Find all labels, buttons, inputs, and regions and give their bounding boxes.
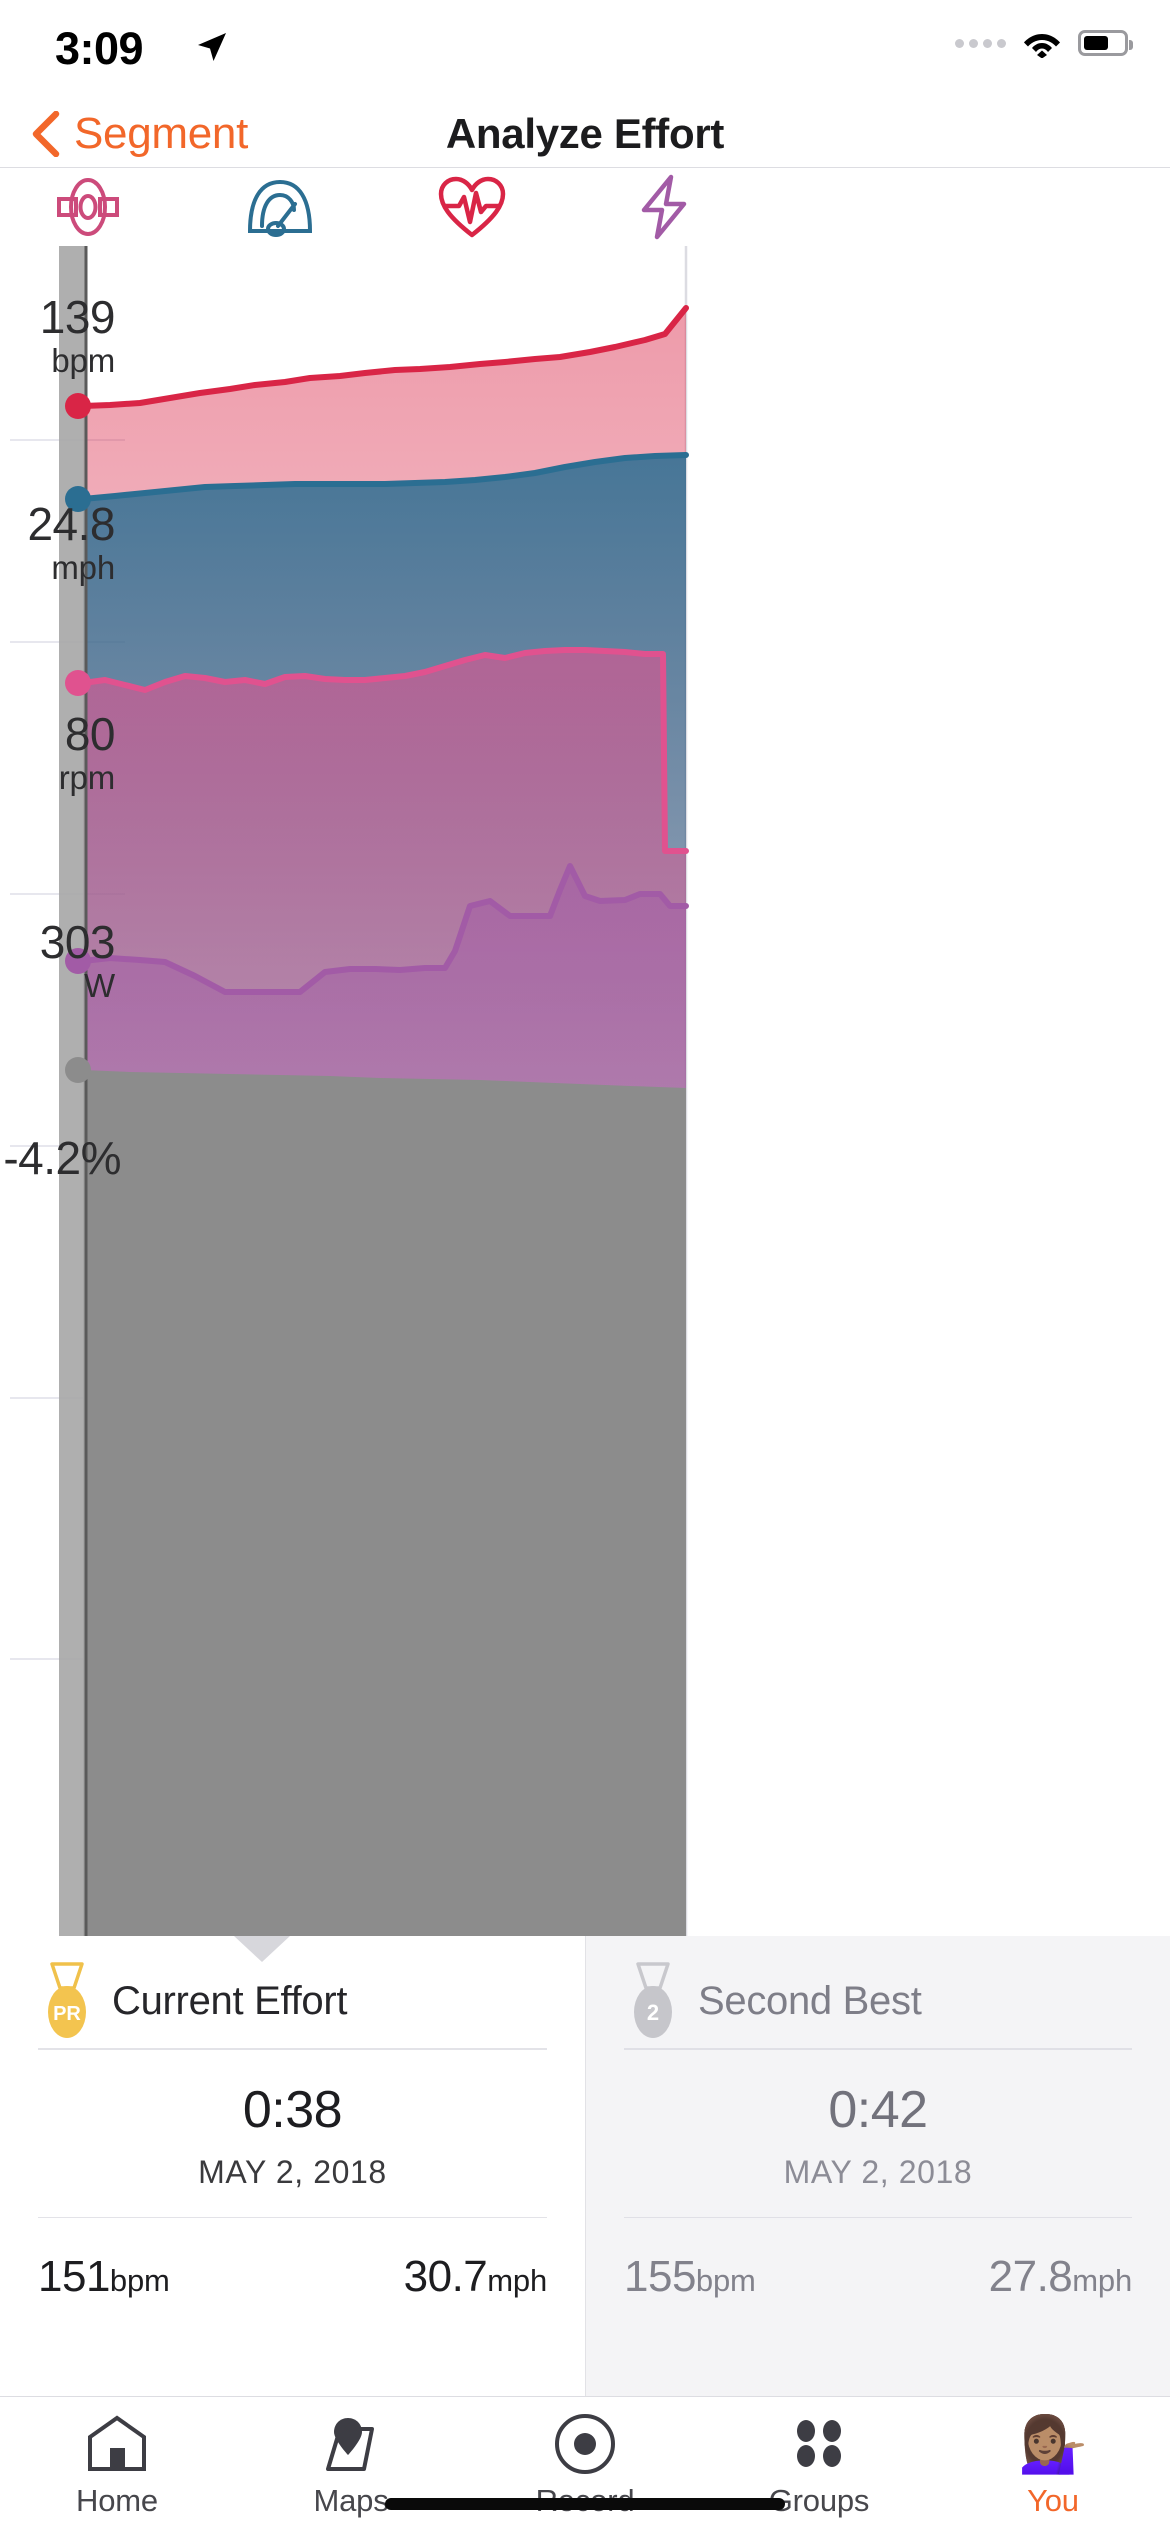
axis-label-cadence: 80 rpm: [58, 708, 116, 798]
back-button[interactable]: Segment: [30, 100, 248, 168]
pr-medal-text: PR: [53, 2003, 81, 2025]
comparison-current-stat-speed: 30.7mph: [403, 2252, 548, 2302]
comparison-second-best[interactable]: 2 Second Best 0:42 MAY 2, 2018 155bpm 27…: [585, 1936, 1170, 2396]
signal-dots-icon: [955, 38, 1006, 48]
tab-groups[interactable]: Groups: [702, 2397, 936, 2532]
comparison-current-label: Current Effort: [112, 1978, 348, 2023]
comparison-second-stats: 155bpm 27.8mph: [624, 2218, 1132, 2302]
pr-medal-icon: PR: [48, 1962, 86, 2038]
home-icon: [86, 2413, 148, 2475]
metric-tab-heartrate[interactable]: [412, 168, 532, 246]
battery-icon: [1078, 30, 1133, 56]
map-pin-icon: [320, 2413, 382, 2475]
stat-value: 151: [38, 2252, 110, 2301]
wifi-icon: [1024, 34, 1060, 58]
back-button-label: Segment: [74, 109, 249, 158]
axis-label-grade: -4.2%: [3, 1132, 121, 1184]
axis-value-power: 303: [39, 916, 116, 968]
stat-value: 155: [624, 2252, 696, 2301]
comparison-second-time: 0:42: [828, 2080, 928, 2139]
stat-unit: mph: [487, 2263, 547, 2298]
comparison-second-stat-speed: 27.8mph: [988, 2252, 1133, 2302]
rank-medal-text: 2: [647, 2000, 659, 2025]
tab-record[interactable]: Record: [468, 2397, 702, 2532]
axis-unit-speed: mph: [51, 549, 115, 586]
groups-dots-icon: [788, 2413, 850, 2475]
stat-unit: mph: [1072, 2263, 1132, 2298]
rank-medal-icon: 2: [634, 1962, 672, 2038]
comparison-second-stat-hr: 155bpm: [624, 2252, 756, 2302]
location-arrow-icon: [198, 33, 226, 61]
stat-unit: bpm: [109, 2263, 170, 2298]
heart-pulse-icon: [438, 176, 506, 238]
tab-home-label: Home: [76, 2483, 158, 2518]
comparison-second-date: MAY 2, 2018: [783, 2153, 973, 2190]
avatar: 💁🏽‍♀️: [1018, 2412, 1088, 2475]
metric-tab-speed[interactable]: [220, 168, 340, 246]
bottom-tab-bar: Home Maps Record: [0, 2396, 1170, 2532]
chart-axis-labels: 139 bpm 24.8 mph 80 rpm 303 W -4.2%: [0, 246, 125, 1936]
navigation-bar: Analyze Effort Segment: [0, 100, 1170, 168]
status-bar-indicators: [955, 28, 1133, 58]
status-bar: 3:09: [0, 0, 1170, 100]
comparison-current-time: 0:38: [242, 2080, 343, 2139]
crank-arm-icon: [57, 178, 119, 236]
axis-value-speed: 24.8: [27, 498, 115, 550]
comparison-current-stats: 151bpm 30.7mph: [38, 2218, 547, 2302]
axis-label-heartrate: 139 bpm: [39, 291, 116, 381]
app-screen: 3:09 Analyze Effort Segment 139 bpm 24.8…: [0, 0, 1170, 2532]
stat-unit: bpm: [695, 2263, 756, 2298]
lightning-bolt-icon: [641, 174, 687, 240]
comparison-caret-icon: [234, 1936, 290, 1962]
axis-value-heartrate: 139: [39, 291, 116, 343]
effort-chart[interactable]: 139 bpm 24.8 mph 80 rpm 303 W -4.2%: [0, 246, 1170, 1936]
stat-value: 30.7: [403, 2252, 488, 2301]
comparison-current-header: PR Current Effort: [38, 1936, 547, 2048]
comparison-current-effort[interactable]: PR Current Effort 0:38 MAY 2, 2018 151bp…: [0, 1936, 585, 2396]
chevron-left-icon: [32, 111, 60, 157]
effort-chart-canvas: [10, 246, 689, 1936]
tab-you[interactable]: 💁🏽‍♀️ You: [936, 2397, 1170, 2532]
tab-you-label: You: [1027, 2483, 1079, 2518]
metric-tab-power[interactable]: [604, 168, 724, 246]
tab-maps[interactable]: Maps: [234, 2397, 468, 2532]
home-indicator[interactable]: [385, 2498, 785, 2510]
axis-value-cadence: 80: [64, 708, 116, 760]
effort-comparison: PR Current Effort 0:38 MAY 2, 2018 151bp…: [0, 1936, 1170, 2396]
series-grade: [83, 1070, 686, 1936]
record-circle-icon: [554, 2413, 616, 2475]
tab-home[interactable]: Home: [0, 2397, 234, 2532]
axis-unit-power: W: [84, 967, 115, 1004]
comparison-second-label: Second Best: [698, 1978, 922, 2023]
comparison-current-date: MAY 2, 2018: [198, 2153, 387, 2190]
comparison-second-header: 2 Second Best: [624, 1936, 1132, 2048]
axis-unit-cadence: rpm: [58, 759, 115, 796]
speedometer-icon: [247, 179, 313, 237]
metric-tab-cadence[interactable]: [28, 168, 148, 246]
tab-maps-label: Maps: [313, 2483, 389, 2518]
metric-tab-bar: [0, 168, 1170, 246]
axis-label-speed: 24.8 mph: [27, 501, 115, 588]
status-bar-time: 3:09: [55, 23, 144, 74]
axis-label-power: 303 W: [39, 916, 116, 1006]
comparison-current-stat-hr: 151bpm: [38, 2252, 170, 2302]
stat-value: 27.8: [988, 2252, 1073, 2301]
avatar-icon: 💁🏽‍♀️: [1018, 2413, 1088, 2475]
axis-unit-heartrate: bpm: [51, 342, 115, 379]
